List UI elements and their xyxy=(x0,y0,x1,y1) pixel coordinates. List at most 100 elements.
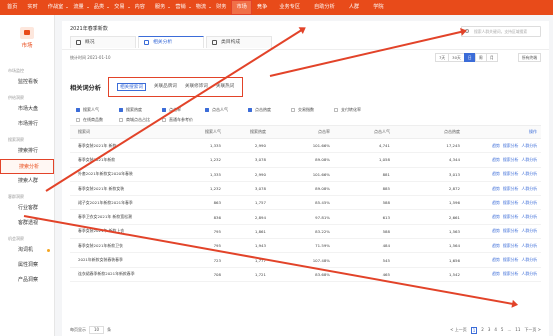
next-page-button[interactable]: 下一页 > xyxy=(524,327,541,334)
metric-option[interactable]: 支付转化率 xyxy=(334,107,377,113)
checkbox-icon[interactable] xyxy=(205,108,209,112)
action-link[interactable]: 搜索分析 xyxy=(503,186,519,191)
action-link[interactable]: 搜索分析 xyxy=(503,157,519,162)
action-link[interactable]: 人群分析 xyxy=(521,214,537,219)
sidebar-item[interactable]: 监控看板 xyxy=(0,75,54,90)
terminal-select[interactable]: 所有终端 xyxy=(517,53,541,62)
analysis-sub-tab[interactable]: 关联品牌词 xyxy=(154,83,177,91)
top-nav-item[interactable]: 自助分析 xyxy=(307,0,342,15)
metric-option[interactable]: 点击热度 xyxy=(248,107,291,113)
action-link[interactable]: 人群分析 xyxy=(521,271,537,276)
action-link[interactable]: 搜索分析 xyxy=(503,243,519,248)
page-link[interactable]: 5 xyxy=(501,327,504,334)
action-link[interactable]: 搜索分析 xyxy=(503,171,519,176)
action-link[interactable]: 搜索分析 xyxy=(503,143,519,148)
column-header[interactable]: 点击人气 xyxy=(330,129,390,135)
top-nav-item[interactable]: 首页 xyxy=(2,0,22,15)
action-link[interactable]: 人群分析 xyxy=(521,243,537,248)
metric-option[interactable]: 直通车参考价 xyxy=(162,117,205,123)
feature-tab[interactable]: 相关分析 xyxy=(138,36,204,48)
top-nav-item[interactable]: 物流 xyxy=(191,0,212,15)
checkbox-icon[interactable] xyxy=(291,108,295,112)
action-link[interactable]: 趋势 xyxy=(492,200,500,205)
action-link[interactable]: 人群分析 xyxy=(521,257,537,262)
top-nav-item[interactable]: 业务专区 xyxy=(272,0,307,15)
column-header[interactable]: 搜索人气 xyxy=(188,129,221,135)
action-link[interactable]: 趋势 xyxy=(492,157,500,162)
analysis-sub-tab[interactable]: 关联热词 xyxy=(216,83,234,91)
prev-page-button[interactable]: < 上一页 xyxy=(450,327,467,334)
top-nav-item[interactable]: 竞争 xyxy=(252,0,272,15)
action-link[interactable]: 趋势 xyxy=(492,171,500,176)
action-link[interactable]: 趋势 xyxy=(492,228,500,233)
sidebar-item[interactable]: 产品洞察 xyxy=(0,273,54,288)
sidebar-item[interactable]: 行业客群 xyxy=(0,201,54,216)
action-link[interactable]: 搜索分析 xyxy=(503,271,519,276)
page-link[interactable]: 11 xyxy=(515,327,520,334)
metric-option[interactable]: 搜索人气 xyxy=(76,107,119,113)
action-link[interactable]: 人群分析 xyxy=(521,186,537,191)
top-nav-item[interactable]: 服务 xyxy=(150,0,171,15)
range-button[interactable]: 月 xyxy=(485,53,498,62)
action-link[interactable]: 趋势 xyxy=(492,143,500,148)
action-link[interactable]: 搜索分析 xyxy=(503,228,519,233)
top-nav-item[interactable]: 内容 xyxy=(130,0,150,15)
sidebar-item[interactable]: 搜索排行 xyxy=(0,144,54,159)
action-link[interactable]: 趋势 xyxy=(492,257,500,262)
checkbox-icon[interactable] xyxy=(76,108,80,112)
page-link[interactable]: 1 xyxy=(470,326,478,334)
action-link[interactable]: 趋势 xyxy=(492,243,500,248)
action-link[interactable]: 趋势 xyxy=(492,271,500,276)
checkbox-icon[interactable] xyxy=(248,108,252,112)
top-nav-item[interactable]: 交易 xyxy=(109,0,130,15)
action-link[interactable]: 趋势 xyxy=(492,186,500,191)
metric-option[interactable]: 搜索热度 xyxy=(119,107,162,113)
top-nav-item[interactable]: 作战室 xyxy=(43,0,69,15)
column-header[interactable]: 点击热度 xyxy=(390,129,460,135)
range-button[interactable]: 30天 xyxy=(448,53,465,62)
top-nav-item[interactable]: 财务 xyxy=(211,0,231,15)
column-header[interactable]: 搜索热度 xyxy=(221,129,266,135)
metric-option[interactable]: 交易指数 xyxy=(291,107,334,113)
checkbox-icon[interactable] xyxy=(76,118,80,122)
checkbox-icon[interactable] xyxy=(119,108,123,112)
action-link[interactable]: 搜索分析 xyxy=(503,214,519,219)
sidebar-item[interactable]: 淘词机 xyxy=(0,243,54,258)
sidebar-item[interactable]: 市场排行 xyxy=(0,117,54,132)
search-input[interactable]: 搜索人群关键词，支持区域搜索 xyxy=(461,26,541,37)
column-header[interactable]: 点击率 xyxy=(266,129,330,135)
action-link[interactable]: 搜索分析 xyxy=(503,200,519,205)
sidebar-item[interactable]: 市场大盘 xyxy=(0,102,54,117)
action-link[interactable]: 人群分析 xyxy=(521,143,537,148)
analysis-sub-tab[interactable]: 相关搜索词 xyxy=(116,83,146,91)
top-nav-item[interactable]: 品类 xyxy=(89,0,110,15)
feature-tab[interactable]: 概况 xyxy=(70,36,136,48)
top-nav-item[interactable]: 学院 xyxy=(366,0,390,15)
checkbox-icon[interactable] xyxy=(119,118,123,122)
checkbox-icon[interactable] xyxy=(162,108,166,112)
top-nav-item[interactable]: 流量 xyxy=(68,0,90,15)
metric-option[interactable]: 点击人气 xyxy=(205,107,248,113)
action-link[interactable]: 人群分析 xyxy=(521,157,537,162)
checkbox-icon[interactable] xyxy=(334,108,338,112)
feature-tab[interactable]: 类目构成 xyxy=(206,36,272,48)
sidebar-item[interactable]: 搜索人群 xyxy=(0,174,54,189)
top-nav-item[interactable]: 市场 xyxy=(231,0,252,15)
range-button[interactable]: 7天 xyxy=(434,53,450,62)
page-link[interactable]: 2 xyxy=(481,327,484,334)
action-link[interactable]: 人群分析 xyxy=(521,200,537,205)
metric-option[interactable]: 在线商品数 xyxy=(76,117,119,123)
page-link[interactable]: 3 xyxy=(488,327,491,334)
action-link[interactable]: 人群分析 xyxy=(521,171,537,176)
action-link[interactable]: 趋势 xyxy=(492,214,500,219)
sidebar-item[interactable]: 搜索分析 xyxy=(0,159,54,174)
top-nav-item[interactable]: 营销 xyxy=(170,0,192,15)
sidebar-item[interactable]: 属性洞察 xyxy=(0,258,54,273)
action-link[interactable]: 人群分析 xyxy=(521,228,537,233)
page-size-select[interactable]: 10 xyxy=(89,326,105,334)
action-link[interactable]: 搜索分析 xyxy=(503,257,519,262)
top-nav-item[interactable]: 实时 xyxy=(22,0,42,15)
top-nav-item[interactable]: 人群 xyxy=(342,0,366,15)
row-actions: 趋势 搜索分析 人群分析 xyxy=(460,200,541,206)
page-link[interactable]: 4 xyxy=(494,327,497,334)
